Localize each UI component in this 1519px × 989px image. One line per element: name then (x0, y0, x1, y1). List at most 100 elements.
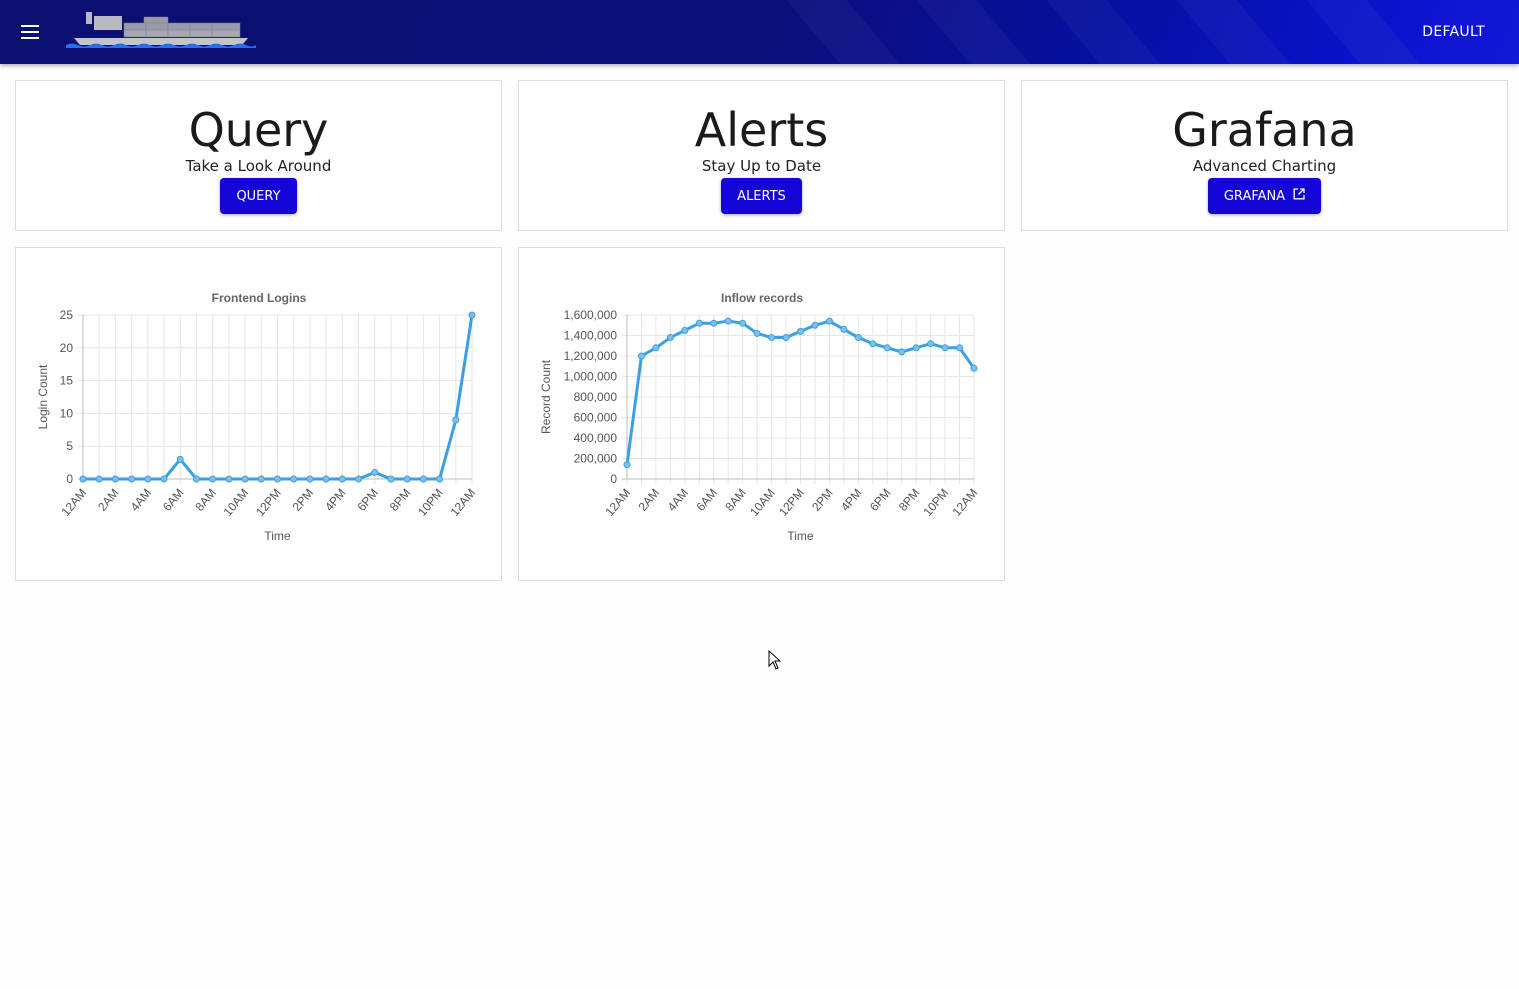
data-point (797, 327, 804, 335)
data-point (355, 475, 363, 483)
x-tick-label: 12AM (602, 486, 633, 519)
inflow-records-chart: Inflow records 0 200,000 400,000 600,000 800,… (539, 291, 980, 543)
card-subtitle: Stay Up to Date (701, 157, 822, 175)
grafana-card: Grafana Advanced Charting GRAFANA (1021, 80, 1508, 231)
data-point (898, 348, 906, 356)
x-tick-label: 12PM (253, 486, 284, 519)
y-tick-label: 1,000,000 (564, 370, 618, 384)
y-tick-label: 800,000 (574, 390, 618, 404)
data-point (753, 329, 761, 337)
data-point (95, 475, 103, 483)
appbar-decoration (899, 0, 1061, 64)
data-point (710, 319, 718, 327)
hamburger-menu-icon[interactable] (14, 16, 46, 48)
app-bar: DEFAULT (0, 0, 1519, 64)
x-tick-label: 12AM (447, 486, 478, 519)
data-point (209, 475, 217, 483)
x-tick-label: 12AM (949, 486, 980, 519)
data-point (387, 475, 395, 483)
data-point (825, 317, 833, 325)
y-tick-label: 1,400,000 (564, 329, 618, 343)
data-point (225, 475, 233, 483)
container-ship-logo[interactable] (66, 8, 256, 55)
x-tick-label: 8AM (722, 486, 749, 514)
data-point (695, 319, 703, 327)
x-tick-label: 10PM (415, 486, 446, 519)
data-point (111, 475, 119, 483)
data-point (652, 344, 660, 352)
alerts-card: Alerts Stay Up to Date ALERTS (518, 80, 1005, 231)
profile-default-button[interactable]: DEFAULT (1422, 24, 1485, 40)
data-point (322, 475, 330, 483)
data-point (176, 455, 184, 463)
y-axis-label: Login Count (36, 364, 50, 429)
x-tick-label: 10PM (920, 486, 951, 519)
button-label: QUERY (236, 188, 281, 204)
data-point (912, 344, 920, 352)
card-title: Query (188, 103, 329, 157)
x-tick-label: 12AM (58, 486, 89, 519)
data-point (160, 475, 168, 483)
data-point (768, 334, 776, 342)
x-tick-label: 10AM (747, 486, 778, 519)
x-tick-label: 6AM (160, 486, 187, 514)
inflow-records-card: Inflow records 0 200,000 400,000 600,000 800,… (518, 247, 1005, 581)
data-point (854, 334, 862, 342)
y-tick-label: 0 (610, 472, 617, 486)
data-point (840, 325, 848, 333)
y-tick-label: 0 (66, 472, 73, 486)
data-point (666, 334, 674, 342)
data-point (144, 475, 152, 483)
data-point (79, 475, 87, 483)
data-point (274, 475, 281, 483)
card-title: Grafana (1172, 103, 1357, 157)
x-tick-label: 12PM (776, 486, 807, 519)
data-point (883, 344, 891, 352)
chart-title: Frontend Logins (212, 291, 307, 305)
data-point (468, 311, 476, 319)
data-point (306, 475, 314, 483)
x-tick-label: 6PM (867, 486, 894, 514)
data-point (637, 352, 645, 360)
x-tick-label: 4AM (665, 486, 692, 514)
query-button[interactable]: QUERY (220, 178, 297, 214)
alerts-button[interactable]: ALERTS (721, 178, 802, 214)
frontend-logins-card: Frontend Logins 0 5 10 15 20 25 12AM 2AM 4AM 6AM 8A… (15, 247, 502, 581)
data-point (970, 364, 978, 372)
data-point (869, 340, 877, 348)
chart-title: Inflow records (721, 291, 803, 305)
data-point (811, 321, 819, 329)
query-card: Query Take a Look Around QUERY (15, 80, 502, 231)
x-axis-label: Time (264, 529, 291, 543)
data-point (739, 319, 747, 327)
data-point (403, 475, 411, 483)
data-point (623, 461, 631, 469)
x-tick-label: 2PM (290, 486, 317, 514)
data-point (290, 475, 298, 483)
appbar-decoration (769, 0, 931, 64)
y-tick-label: 10 (60, 406, 74, 420)
x-tick-label: 4PM (838, 486, 865, 514)
x-tick-label: 4PM (322, 486, 349, 514)
grafana-button[interactable]: GRAFANA (1207, 178, 1322, 214)
data-point (782, 334, 790, 342)
frontend-logins-chart: Frontend Logins051015202512AM 2AM 4AM 6AM 8A… (36, 291, 478, 543)
data-point (452, 416, 460, 424)
x-tick-label: 8AM (192, 486, 219, 514)
x-tick-label: 2AM (636, 486, 663, 514)
y-axis-label: Record Count (539, 359, 553, 434)
x-tick-label: 2PM (809, 486, 836, 514)
data-point (681, 326, 689, 334)
y-tick-label: 20 (60, 341, 74, 355)
data-point (128, 475, 136, 483)
x-tick-label: 2AM (95, 486, 122, 514)
y-tick-label: 5 (66, 439, 73, 453)
y-tick-label: 600,000 (574, 411, 618, 425)
data-point (257, 475, 265, 483)
y-tick-label: 200,000 (574, 452, 618, 466)
card-title: Alerts (694, 103, 829, 157)
x-axis-label: Time (787, 529, 814, 543)
data-point (941, 344, 949, 352)
y-tick-label: 1,600,000 (564, 308, 618, 322)
data-point (192, 475, 200, 483)
